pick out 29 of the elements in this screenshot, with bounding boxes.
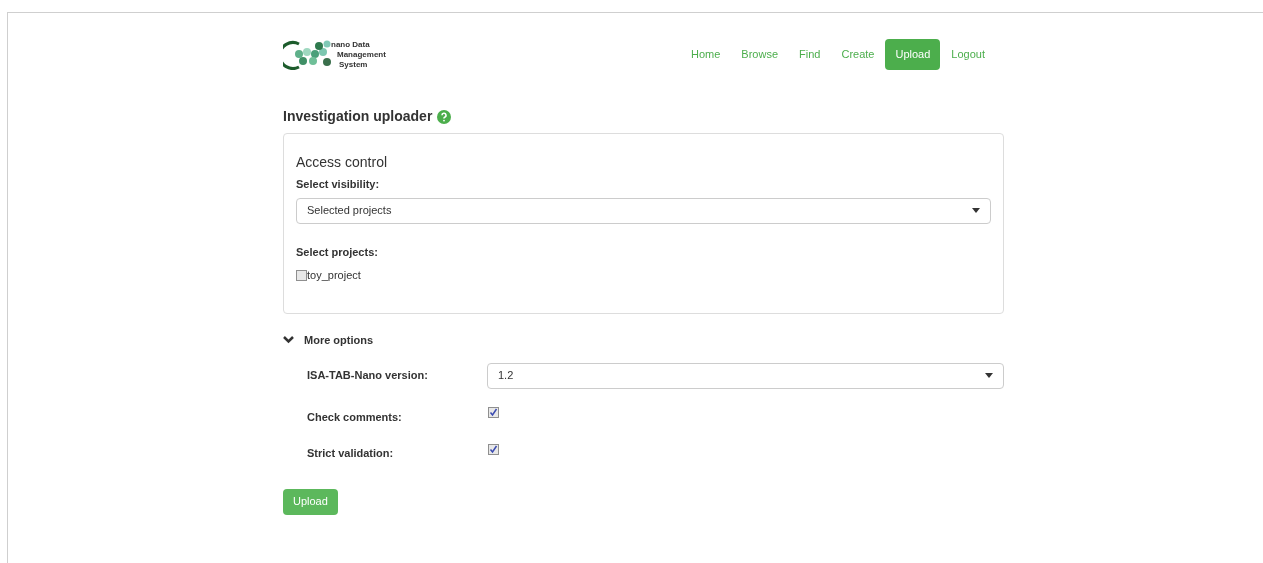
logo-text: Management — [337, 49, 386, 60]
nav-link[interactable]: Browse — [731, 39, 789, 70]
visibility-select[interactable]: Selected projects — [296, 197, 991, 224]
chevron-icon — [283, 336, 294, 345]
checkbox-label: toy_project — [307, 268, 361, 283]
field-label: Select visibility: — [296, 177, 381, 192]
field-label: Select projects: — [296, 244, 379, 260]
nav-link[interactable]: Create — [831, 39, 885, 70]
section-heading: Access control — [296, 154, 389, 170]
field-label: Strict validation: — [306, 446, 395, 461]
nav-link[interactable]: Home — [681, 39, 731, 70]
logo[interactable]: nano Data Management System — [283, 39, 386, 70]
logo-text: System — [339, 59, 369, 70]
help-icon[interactable] — [437, 109, 452, 124]
checkbox[interactable] — [488, 443, 499, 455]
checkbox[interactable] — [296, 269, 307, 281]
caret-icon — [972, 208, 980, 213]
logo-text: nano Data — [331, 39, 371, 50]
nav-link[interactable]: Upload — [885, 39, 941, 70]
field-label: Check comments: — [306, 409, 403, 425]
nav-link[interactable]: Logout — [941, 39, 995, 70]
more-options-toggle[interactable]: More options — [283, 332, 1004, 349]
page-title: Investigation uploader — [283, 107, 433, 126]
nav-link[interactable]: Find — [789, 39, 831, 70]
field-label: ISA-TAB-Nano version: — [306, 368, 429, 384]
caret-icon — [985, 373, 993, 378]
upload-button[interactable]: Upload — [283, 488, 338, 515]
checkbox[interactable] — [488, 407, 499, 419]
version-select[interactable]: 1.2 — [487, 362, 1004, 389]
